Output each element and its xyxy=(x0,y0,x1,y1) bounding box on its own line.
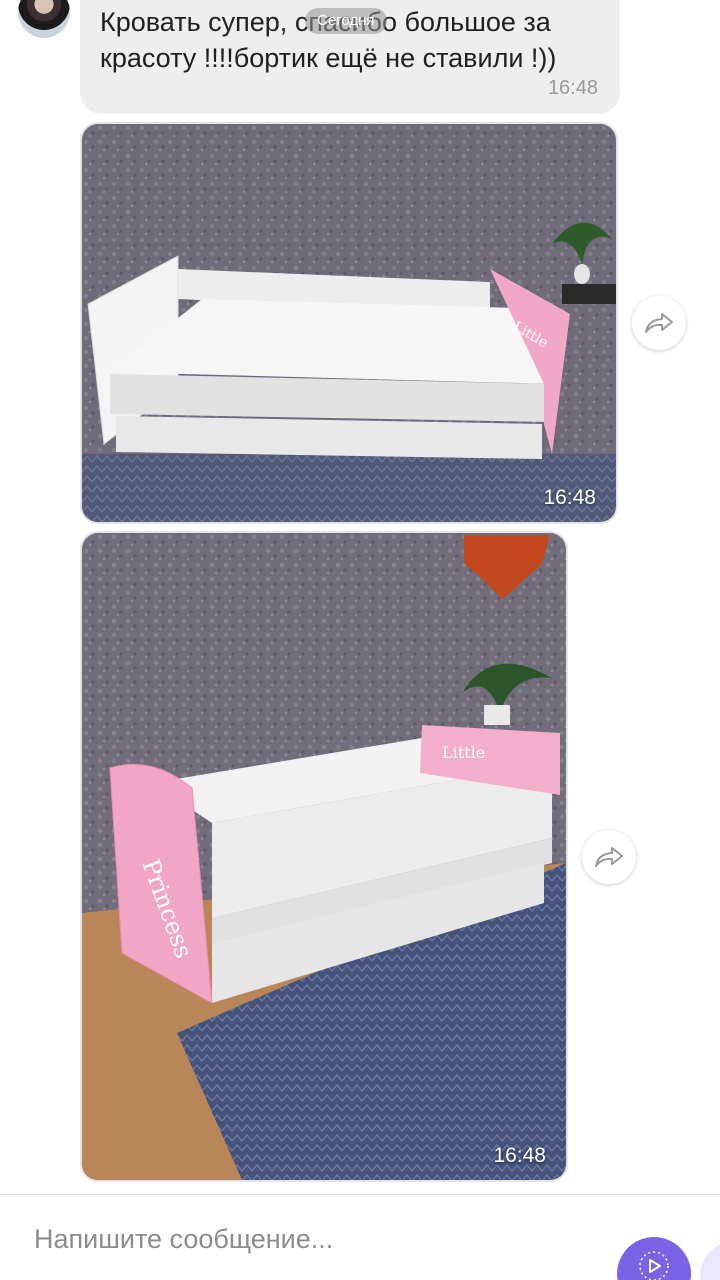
share-button-2[interactable] xyxy=(582,830,636,884)
bed-photo-1-image: Little xyxy=(82,124,616,522)
attach-button[interactable] xyxy=(700,1241,720,1280)
send-button[interactable] xyxy=(617,1237,691,1280)
sender-avatar[interactable] xyxy=(18,0,70,38)
photo-2-time: 16:48 xyxy=(493,1144,546,1167)
photo-message-2[interactable]: Little Princess 16:48 xyxy=(80,531,568,1182)
photo-message-1[interactable]: Little 16:48 xyxy=(80,122,618,524)
message-time: 16:48 xyxy=(547,77,598,99)
share-arrow-icon xyxy=(645,313,673,333)
svg-text:Little: Little xyxy=(442,743,485,762)
message-input[interactable] xyxy=(34,1221,574,1257)
photo-1-time: 16:48 xyxy=(543,486,596,509)
share-button-1[interactable] xyxy=(632,296,686,350)
date-separator-chip: Сегодня xyxy=(305,8,387,34)
chat-screen: Кровать супер, спасибо большое за красот… xyxy=(0,0,720,1280)
message-composer xyxy=(0,1195,720,1280)
play-send-icon xyxy=(639,1251,669,1280)
bed-photo-2-image: Little Princess xyxy=(82,533,566,1180)
share-arrow-icon xyxy=(595,847,623,867)
